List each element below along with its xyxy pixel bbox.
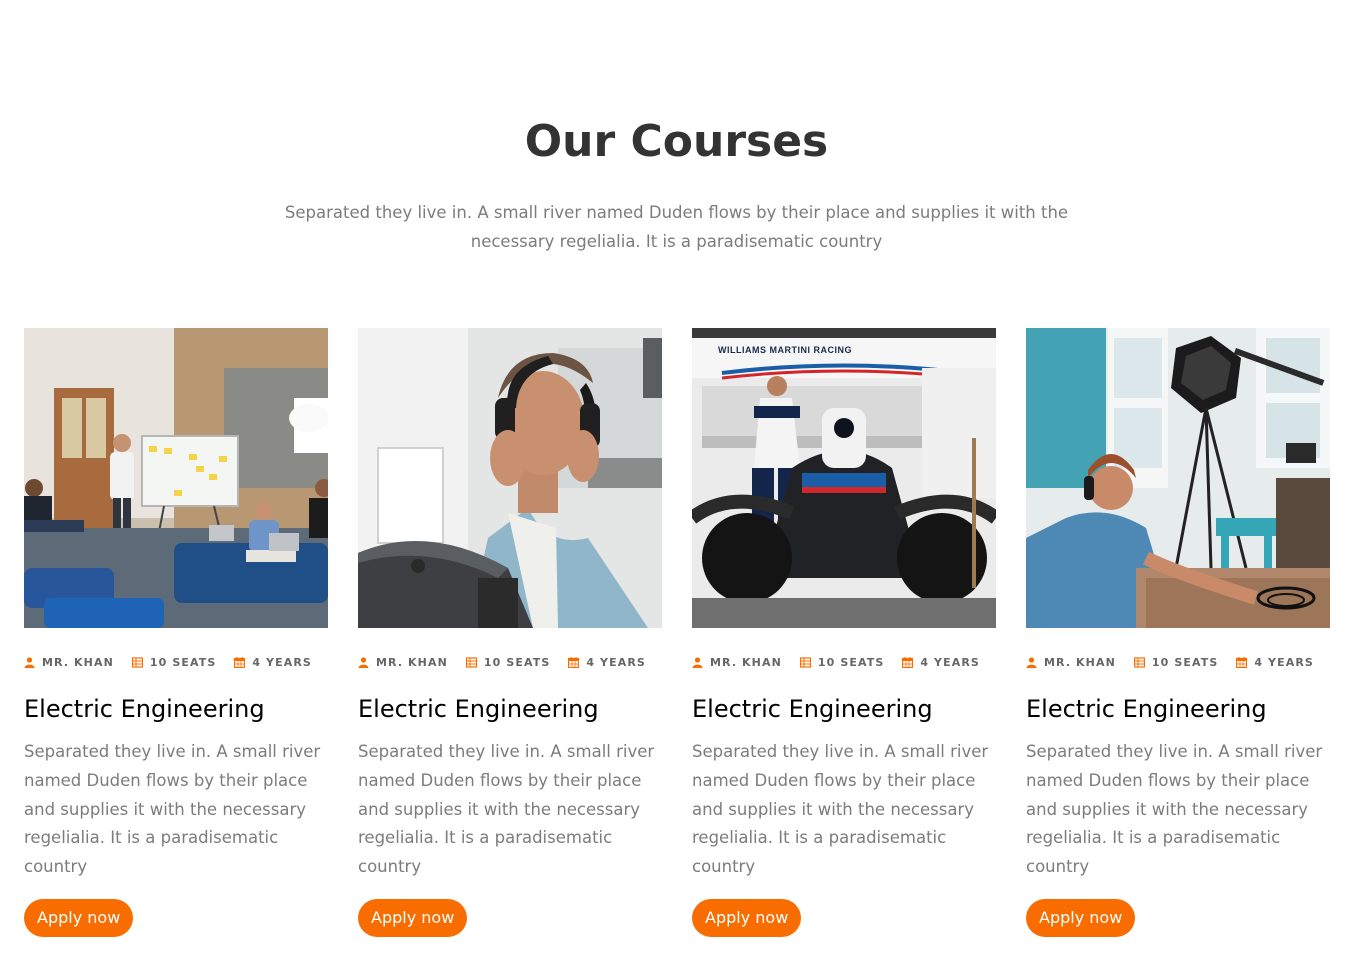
section-subtitle: Separated they live in. A small river na… [284,203,1069,251]
course-description: Separated they live in. A small river na… [692,742,989,877]
course-cards: MR. KHAN 10 SEATS 4 YEARS Electric Engin… [24,328,1330,937]
course-image[interactable]: WILLIAMS MARTINI RACING [692,328,996,628]
calendar-icon [234,656,246,668]
duration-meta: 4 YEARS [568,656,646,669]
seats-meta: 10 SEATS [799,655,885,669]
course-image[interactable] [1026,328,1330,628]
course-card: MR. KHAN 10 SEATS 4 YEARS Electric Engin… [358,328,662,937]
course-title[interactable]: Electric Engineering [1026,694,1330,724]
instructor-name: MR. KHAN [376,655,448,669]
instructor-name: MR. KHAN [710,655,782,669]
apply-now-button[interactable]: Apply now [24,899,134,937]
calendar-icon [902,656,914,668]
course-title[interactable]: Electric Engineering [24,694,328,724]
duration-meta: 4 YEARS [1236,656,1314,669]
course-card: MR. KHAN 10 SEATS 4 YEARS Electric Engin… [24,328,328,937]
duration-meta: 4 YEARS [902,656,980,669]
instructor-meta: MR. KHAN [692,656,782,669]
course-description: Separated they live in. A small river na… [1026,742,1323,877]
table-icon [1133,656,1145,668]
course-description: Separated they live in. A small river na… [358,742,655,877]
course-meta: MR. KHAN 10 SEATS 4 YEARS [692,655,996,669]
instructor-name: MR. KHAN [1044,655,1116,669]
apply-now-button[interactable]: Apply now [358,899,468,937]
course-meta: MR. KHAN 10 SEATS 4 YEARS [1026,655,1330,669]
user-icon [24,656,35,668]
instructor-meta: MR. KHAN [24,656,114,669]
course-image[interactable] [24,328,328,628]
seats-meta: 10 SEATS [131,655,217,669]
course-meta: MR. KHAN 10 SEATS 4 YEARS [358,655,662,669]
user-icon [358,656,369,668]
table-icon [465,656,477,668]
racing-car-garage-photo: WILLIAMS MARTINI RACING [692,328,996,628]
audio-recording-studio-photo [1026,328,1330,628]
duration-value: 4 YEARS [1254,655,1314,669]
course-title[interactable]: Electric Engineering [358,694,662,724]
calendar-icon [1236,656,1248,668]
table-icon [799,656,811,668]
duration-value: 4 YEARS [920,655,980,669]
table-icon [131,656,143,668]
seats-count: 10 SEATS [483,655,551,669]
course-image[interactable] [358,328,662,628]
duration-meta: 4 YEARS [234,656,312,669]
calendar-icon [568,656,580,668]
seats-count: 10 SEATS [1151,655,1219,669]
image-sign-text: WILLIAMS MARTINI RACING [718,345,852,355]
man-headphones-laptop-photo [358,328,662,628]
course-description: Separated they live in. A small river na… [24,742,321,877]
user-icon [1026,656,1037,668]
apply-now-button[interactable]: Apply now [692,899,802,937]
seats-meta: 10 SEATS [465,655,551,669]
course-card: WILLIAMS MARTINI RACING MR. KHAN 10 SEAT… [692,328,996,937]
duration-value: 4 YEARS [252,655,312,669]
courses-section: Our Courses Separated they live in. A sm… [0,0,1353,973]
instructor-meta: MR. KHAN [1026,656,1116,669]
team-meeting-whiteboard-photo [24,328,328,628]
seats-count: 10 SEATS [149,655,217,669]
instructor-meta: MR. KHAN [358,656,448,669]
duration-value: 4 YEARS [586,655,646,669]
course-title[interactable]: Electric Engineering [692,694,996,724]
apply-now-button[interactable]: Apply now [1026,899,1136,937]
course-card: MR. KHAN 10 SEATS 4 YEARS Electric Engin… [1026,328,1330,937]
user-icon [692,656,703,668]
section-title: Our Courses [524,116,829,167]
seats-meta: 10 SEATS [1133,655,1219,669]
course-meta: MR. KHAN 10 SEATS 4 YEARS [24,655,328,669]
instructor-name: MR. KHAN [42,655,114,669]
seats-count: 10 SEATS [817,655,885,669]
